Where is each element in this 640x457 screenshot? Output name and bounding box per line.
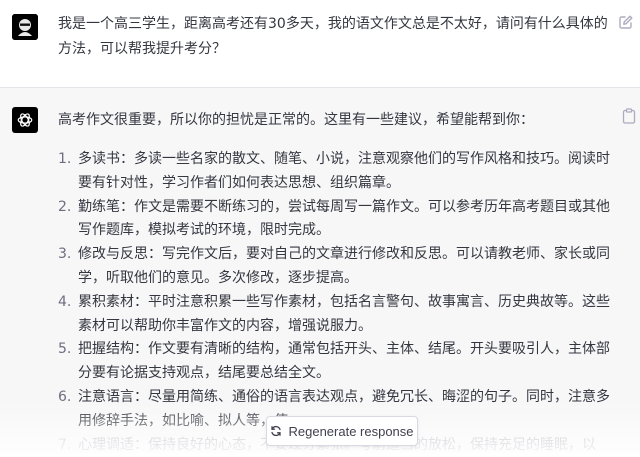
list-item-number: 7.: [58, 436, 72, 453]
list-item: 4. 累积素材：平时注意积累一些写作素材，包括名言警句、故事寓言、历史典故等。这些…: [58, 291, 614, 339]
openai-logo-icon: [12, 107, 38, 133]
list-item-number: 6.: [58, 388, 72, 405]
list-item-number: 3.: [58, 246, 72, 263]
clipboard-icon[interactable]: [622, 108, 636, 124]
list-item-text: 多读书：多读一些名家的散文、随笔、小说，注意观察他们的写作风格和技巧。阅读时要有…: [78, 151, 610, 191]
list-item-text: 累积素材：平时注意积累一些写作素材，包括名言警句、故事寓言、历史典故等。这些素材…: [78, 293, 610, 334]
user-message-text: 我是一个高三学生，距离高考还有30多天，我的语文作文总是不太好，请问有什么具体的…: [58, 16, 608, 57]
list-item-number: 4.: [58, 293, 72, 310]
list-item: 1. 多读书：多读一些名家的散文、随笔、小说，注意观察他们的写作风格和技巧。阅读时…: [58, 148, 614, 196]
list-item: 5. 把握结构：作文要有清晰的结构，通常包括开头、主体、结尾。开头要吸引人，主体部…: [58, 338, 614, 386]
list-item-text: 勤练笔：作文是需要不断练习的，尝试每周写一篇作文。可以参考历年高考题目或其他写作…: [78, 198, 610, 239]
list-item: 2. 勤练笔：作文是需要不断练习的，尝试每周写一篇作文。可以参考历年高考题目或其他…: [58, 196, 614, 244]
list-item-text: 把握结构：作文要有清晰的结构，通常包括开头、主体、结尾。开头要吸引人，主体部分要…: [78, 341, 610, 382]
refresh-icon: [271, 425, 282, 437]
regenerate-response-button[interactable]: Regenerate response: [266, 416, 418, 446]
user-message-row: 我是一个高三学生，距离高考还有30多天，我的语文作文总是不太好，请问有什么具体的…: [0, 0, 640, 88]
edit-icon[interactable]: [618, 14, 634, 30]
advice-list: 1. 多读书：多读一些名家的散文、随笔、小说，注意观察他们的写作风格和技巧。阅读时…: [58, 148, 614, 457]
list-item-text: 修改与反思：写完作文后，要对自己的文章进行修改和反思。可以请教老师、家长或同学，…: [78, 246, 610, 286]
list-item-number: 5.: [58, 341, 72, 358]
user-avatar-icon: [12, 14, 38, 40]
list-item-number: 1.: [58, 151, 72, 167]
list-item: 3. 修改与反思：写完作文后，要对自己的文章进行修改和反思。可以请教老师、家长或同…: [58, 243, 614, 291]
list-item-number: 2.: [58, 198, 72, 215]
assistant-intro-text: 高考作文很重要，所以你的担忧是正常的。这里有一些建议，希望能帮到你：: [58, 112, 534, 128]
regenerate-response-label: Regenerate response: [288, 423, 414, 439]
